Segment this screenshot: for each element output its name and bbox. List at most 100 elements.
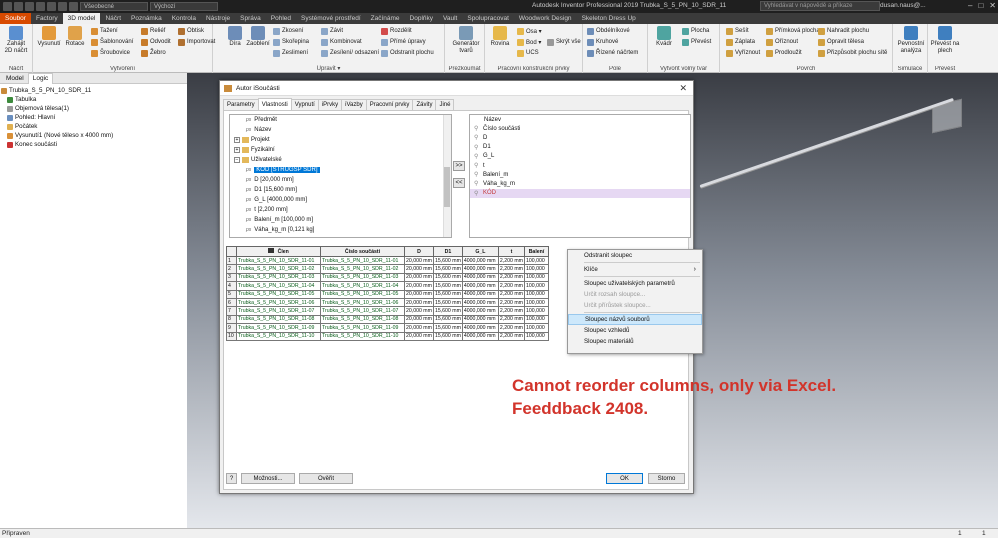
table-cell[interactable]: 2,200 mm — [497, 264, 525, 274]
table-cell[interactable]: Trubka_S_5_PN_10_SDR_11-10 — [320, 331, 405, 341]
property-item[interactable]: ps Předmět — [230, 115, 451, 125]
tab-vlastnosti[interactable]: Vlastnosti — [257, 98, 292, 110]
property-item[interactable]: ps Název — [230, 125, 451, 135]
freeform-face-button[interactable]: Plocha — [682, 26, 709, 36]
trim-button[interactable]: Oříznout — [766, 37, 798, 47]
tab-jine[interactable]: Jiné — [435, 99, 455, 110]
tab-doplnky[interactable]: Doplňky — [405, 13, 438, 24]
emboss-button[interactable]: Reliéf — [141, 26, 165, 36]
cancel-button[interactable]: Storno — [648, 473, 685, 484]
column-item[interactable]: ⚲ D1 — [470, 143, 690, 152]
tab-pracovni-prvky[interactable]: Pracovní prvky — [365, 99, 414, 110]
table-cell[interactable]: Trubka_S_5_PN_10_SDR_11-04 — [320, 281, 405, 291]
table-cell[interactable]: 15,600 mm — [432, 272, 463, 283]
table-cell[interactable]: Trubka_S_5_PN_10_SDR_11-08 — [236, 314, 321, 325]
ruled-surface-button[interactable]: Přímková plocha — [766, 26, 820, 36]
tree-item-view[interactable]: Pohled: Hlavní — [1, 113, 186, 122]
table-cell[interactable]: 4000,000 mm — [461, 323, 499, 333]
table-cell[interactable]: 4000,000 mm — [461, 306, 499, 316]
table-cell[interactable]: 20,000 mm — [404, 297, 434, 308]
row-number[interactable]: 2 — [226, 264, 237, 274]
table-cell[interactable]: 100,000 — [523, 297, 549, 308]
column-item[interactable]: ⚲ Číslo součásti — [470, 124, 690, 133]
table-header[interactable]: Číslo součásti — [320, 246, 405, 257]
sculpt-button[interactable]: Vyříznout — [726, 48, 760, 58]
table-header[interactable]: Balení — [523, 246, 549, 257]
table-cell[interactable]: 4000,000 mm — [461, 297, 499, 308]
property-item[interactable]: ps Balení_m [100,000 m] — [230, 215, 451, 225]
material-select[interactable]: Všeobecné — [80, 2, 148, 11]
tab-zaciname[interactable]: Začínáme — [366, 13, 405, 24]
table-cell[interactable]: Trubka_S_5_PN_10_SDR_11-09 — [320, 323, 405, 333]
property-group[interactable]: − Uživatelské — [230, 155, 451, 165]
table-cell[interactable]: Trubka_S_5_PN_10_SDR_11-02 — [320, 264, 405, 274]
user-name[interactable]: dusan.naus@... — [880, 2, 926, 9]
table-row[interactable]: 9 Trubka_S_5_PN_10_SDR_11-09 Trubka_S_5_PN… — [226, 323, 549, 333]
column-item-selected[interactable]: ⚲ KÓD — [470, 188, 690, 198]
table-cell[interactable]: 20,000 mm — [404, 289, 434, 299]
table-cell[interactable]: 2,200 mm — [497, 297, 525, 308]
add-column-button[interactable]: >> — [453, 161, 465, 171]
stress-analysis-button[interactable]: Pevnostní analýza — [896, 26, 926, 55]
hide-all-button[interactable]: Skrýt vše — [547, 37, 581, 47]
table-cell[interactable]: 20,000 mm — [404, 264, 434, 274]
column-item[interactable]: ⚲ D — [470, 133, 690, 142]
table-cell[interactable]: Trubka_S_5_PN_10_SDR_11-05 — [320, 289, 405, 299]
table-cell[interactable]: 15,600 mm — [432, 255, 463, 266]
property-item[interactable]: ps D [20,000 mm] — [230, 175, 451, 185]
tab-3d-model[interactable]: 3D model — [62, 13, 101, 24]
row-number[interactable]: 1 — [226, 255, 237, 266]
revolve-button[interactable]: Rotace — [62, 26, 88, 48]
sketch-pattern-button[interactable]: Řízené náčrtem — [587, 48, 638, 58]
replace-face-button[interactable]: Nahradit plochu — [818, 26, 869, 36]
table-cell[interactable]: Trubka_S_5_PN_10_SDR_11-07 — [320, 306, 405, 316]
tab-systemove-prostredi[interactable]: Systémové prostředí — [296, 13, 366, 24]
tab-iprvky[interactable]: iPrvky — [317, 99, 343, 110]
select-icon[interactable] — [69, 2, 78, 11]
table-cell[interactable]: 100,000 — [523, 289, 549, 299]
table-cell[interactable]: 2,200 mm — [497, 306, 525, 316]
table-cell[interactable]: 15,600 mm — [432, 289, 463, 299]
extrude-button[interactable]: Vysunutí — [36, 26, 62, 48]
table-cell[interactable]: 4000,000 mm — [461, 289, 499, 299]
property-item[interactable]: ps t [2,200 mm] — [230, 205, 451, 215]
table-row[interactable]: 8 Trubka_S_5_PN_10_SDR_11-08 Trubka_S_5_PN… — [226, 314, 549, 325]
table-cell[interactable]: 100,000 — [523, 314, 549, 325]
tab-nastroje[interactable]: Nástroje — [201, 13, 235, 24]
table-cell[interactable]: 100,000 — [523, 264, 549, 274]
home-icon[interactable] — [58, 2, 67, 11]
menu-item-material-column[interactable]: Sloupec materiálů — [568, 336, 702, 347]
column-item[interactable]: ⚲ t — [470, 161, 690, 170]
menu-item-filename-column[interactable]: Sloupec názvů souborů — [568, 314, 702, 325]
circular-pattern-button[interactable]: Kruhové — [587, 37, 618, 47]
expand-icon[interactable]: + — [234, 147, 240, 153]
combine-button[interactable]: Kombinovat — [321, 37, 362, 47]
derive-button[interactable]: Odvodit — [141, 37, 171, 47]
table-cell[interactable]: 4000,000 mm — [461, 331, 499, 341]
tab-model[interactable]: Model — [2, 73, 28, 84]
table-cell[interactable]: 2,200 mm — [497, 255, 525, 266]
coil-button[interactable]: Šroubovice — [91, 48, 130, 58]
property-item[interactable]: ps G_L [4000,000 mm] — [230, 195, 451, 205]
tab-nacrt[interactable]: Náčrt — [100, 13, 126, 24]
table-header[interactable]: G_L — [461, 246, 499, 257]
tree-item-solid-bodies[interactable]: Objemová tělesa(1) — [1, 104, 186, 113]
table-cell[interactable]: Trubka_S_5_PN_10_SDR_11-04 — [236, 281, 321, 291]
tab-poznamka[interactable]: Poznámka — [126, 13, 167, 24]
loft-button[interactable]: Šablonování — [91, 37, 133, 47]
tab-woodwork-design[interactable]: Woodwork Design — [514, 13, 577, 24]
property-group[interactable]: + Projekt — [230, 135, 451, 145]
start-2d-sketch-button[interactable]: Zahájit 2D náčrt — [3, 26, 29, 55]
table-cell[interactable]: Trubka_S_5_PN_10_SDR_11-01 — [320, 255, 405, 266]
tree-root[interactable]: Trubka_S_5_PN_10_SDR_11 — [1, 86, 186, 95]
maximize-button[interactable]: □ — [978, 1, 983, 10]
tab-logic[interactable]: Logic — [27, 72, 54, 84]
tab-vypnuti[interactable]: Vypnutí — [290, 99, 319, 110]
table-cell[interactable]: 2,200 mm — [497, 281, 525, 291]
table-cell[interactable]: 2,200 mm — [497, 323, 525, 333]
table-cell[interactable]: Trubka_S_5_PN_10_SDR_11-03 — [236, 272, 321, 283]
plane-button[interactable]: Rovina — [487, 26, 513, 48]
table-header[interactable]: Člen — [236, 246, 321, 257]
sweep-button[interactable]: Tažení — [91, 26, 118, 36]
patch-button[interactable]: Záplata — [726, 37, 755, 47]
